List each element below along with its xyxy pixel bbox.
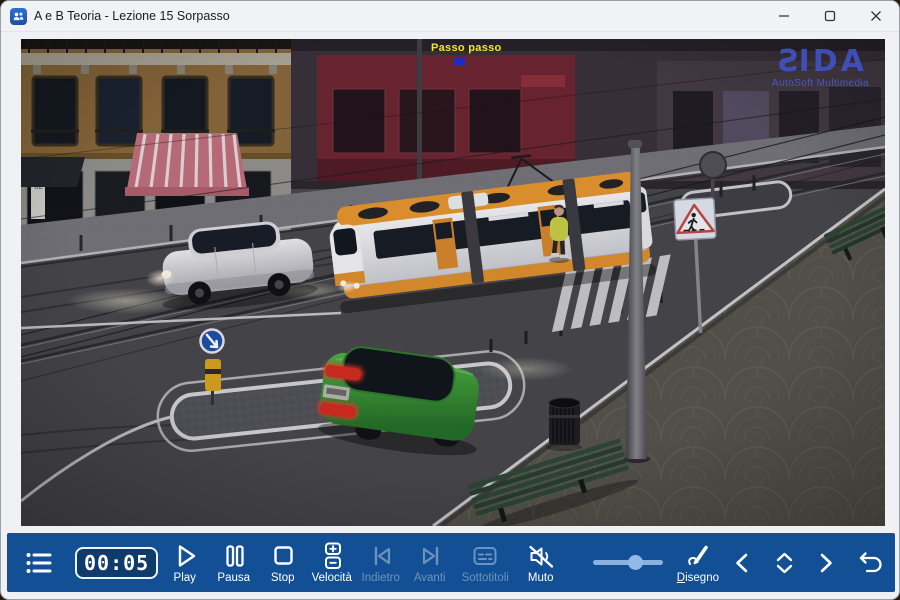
maximize-icon xyxy=(824,10,836,22)
window-title: A e B Teoria - Lezione 15 Sorpasso xyxy=(34,9,230,23)
pause-icon xyxy=(219,541,249,571)
player-toolbar: 00:05 Play Pausa Stop Ve xyxy=(7,533,895,592)
nav-controls xyxy=(727,535,883,591)
close-button[interactable] xyxy=(853,1,899,31)
speed-button[interactable]: Velocità xyxy=(307,535,356,591)
app-icon xyxy=(10,8,27,25)
stop-button[interactable]: Stop xyxy=(258,535,307,591)
pen-icon xyxy=(683,541,713,571)
volume-slider[interactable] xyxy=(593,549,663,577)
step-caption: Passo passo xyxy=(431,42,502,54)
back-button[interactable]: Indietro xyxy=(356,535,405,591)
next-slide-button[interactable] xyxy=(811,535,841,591)
expand-collapse-button[interactable] xyxy=(769,535,799,591)
street-scene: 62 xyxy=(21,39,885,526)
skip-back-icon xyxy=(366,541,396,571)
chevron-right-icon xyxy=(811,547,841,579)
volume-slider-thumb[interactable] xyxy=(628,555,643,570)
sida-logo-brand: SIDA xyxy=(772,47,869,77)
minimize-icon xyxy=(778,10,790,22)
draw-button[interactable]: Disegno xyxy=(677,535,719,591)
volume-slider-track[interactable] xyxy=(593,560,663,565)
timer-display: 00:05 xyxy=(75,547,158,579)
list-icon xyxy=(23,547,55,579)
mute-icon xyxy=(525,541,557,571)
return-arrow-icon xyxy=(851,547,885,579)
return-button[interactable] xyxy=(853,535,883,591)
app-window: A e B Teoria - Lezione 15 Sorpasso xyxy=(0,0,900,600)
maximize-button[interactable] xyxy=(807,1,853,31)
skip-forward-icon xyxy=(415,541,445,571)
prev-slide-button[interactable] xyxy=(727,535,757,591)
video-viewport: 62 xyxy=(21,39,885,526)
chevron-left-icon xyxy=(727,547,757,579)
people-icon xyxy=(12,10,25,23)
sida-logo-subtitle: AutoSoft Multimedia xyxy=(772,78,869,89)
minimize-button[interactable] xyxy=(761,1,807,31)
title-bar: A e B Teoria - Lezione 15 Sorpasso xyxy=(1,1,899,32)
caption-marker xyxy=(454,57,465,66)
chapter-list-button[interactable] xyxy=(23,546,55,580)
close-icon xyxy=(870,10,882,22)
forward-button[interactable]: Avanti xyxy=(405,535,454,591)
play-button[interactable]: Play xyxy=(160,535,209,591)
pause-button[interactable]: Pausa xyxy=(209,535,258,591)
subtitles-icon xyxy=(469,541,501,571)
speed-icon xyxy=(317,541,347,571)
subtitles-button[interactable]: Sottotitoli xyxy=(454,535,516,591)
vignette xyxy=(21,39,885,526)
mute-button[interactable]: Muto xyxy=(516,535,565,591)
sida-logo: SIDA AutoSoft Multimedia xyxy=(772,47,869,89)
chevrons-up-down-icon xyxy=(769,547,799,579)
play-icon xyxy=(170,541,200,571)
stop-icon xyxy=(268,541,298,571)
